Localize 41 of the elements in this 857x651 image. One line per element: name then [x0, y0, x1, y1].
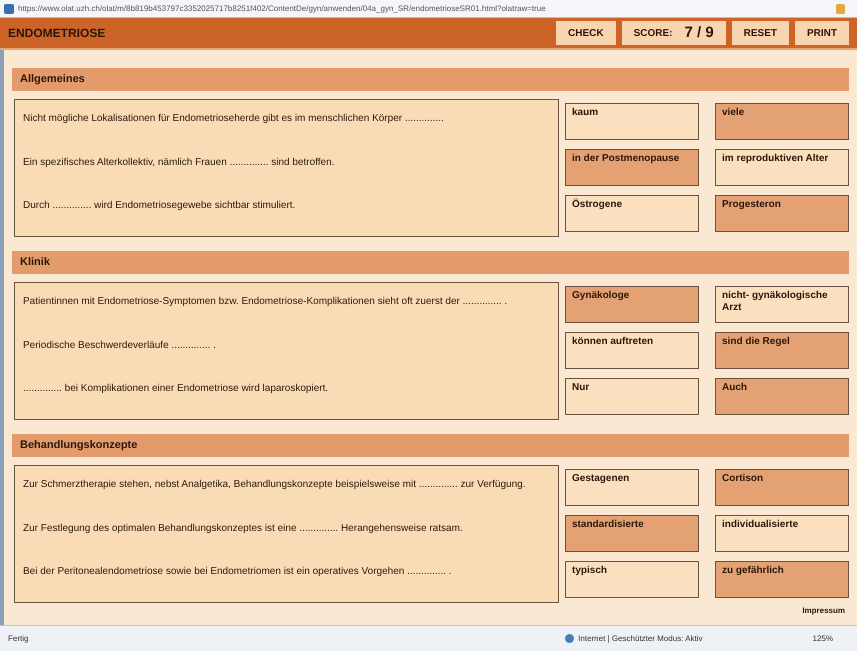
question-text: Durch .............. wird Endometriosegewebe sichtbar stimuliert. [23, 200, 296, 212]
section-header: Klinik [12, 251, 849, 274]
question-text: Patientinnen mit Endometriose-Symptomen bzw. Endometriose-Komplikationen sieht oft zuerst der .............. . [23, 296, 508, 307]
score-value: 7 / 9 [684, 22, 714, 43]
question-text: Nicht mögliche Lokalisationen für Endometrioseherde gibt es im menschlichen Körper .............. [23, 113, 444, 124]
impressum-link[interactable]: Impressum [802, 605, 845, 617]
answer-tile[interactable]: viele [715, 103, 849, 140]
question-text: Zur Schmerztherapie stehen, nebst Analgetika, Behandlungskonzepte beispielsweise mit .............. zur Verfügung. [23, 479, 526, 490]
answer-tile[interactable]: in der Postmenopause [565, 149, 699, 186]
answer-tile[interactable]: zu gefährlich [715, 561, 849, 598]
answer-tile[interactable]: können auftreten [565, 332, 699, 369]
answer-tile[interactable]: Östrogene [565, 195, 699, 232]
page-title: ENDOMETRIOSE [8, 25, 106, 42]
answer-tile[interactable]: Gestagenen [565, 469, 699, 506]
question-text: Zur Festlegung des optimalen Behandlungskonzeptes ist eine .............. Herangehensweise ratsam. [23, 522, 463, 534]
section-header: Behandlungskonzepte [12, 434, 849, 457]
question-text: Bei der Peritonealendometriose sowie bei Endometriomen ist ein operatives Vorgehen .............. . [23, 566, 452, 578]
check-button[interactable]: CHECK [556, 21, 616, 45]
answer-tile[interactable]: kaum [565, 103, 699, 140]
question-text: Periodische Beschwerdeverläufe .............. . [23, 340, 216, 351]
question-text: Ein spezifisches Alterkollektiv, nämlich Frauen .............. sind betroffen. [23, 156, 334, 168]
security-zone: Internet | Geschützter Modus: Aktiv [578, 632, 703, 644]
answer-tile[interactable]: Auch [715, 378, 849, 415]
score-label: SCORE: [634, 26, 672, 40]
status-text: Fertig [8, 632, 30, 644]
answer-tile[interactable]: sind die Regel [715, 332, 849, 369]
answer-tile[interactable]: Progesteron [715, 195, 849, 232]
answer-tile[interactable]: individualisierte [715, 515, 849, 552]
answer-tile[interactable]: nicht- gynäkologische Arzt [715, 286, 849, 323]
answer-tile[interactable]: im reproduktiven Alter [715, 149, 849, 186]
answer-tile[interactable]: typisch [565, 561, 699, 598]
answer-tile[interactable]: standardisierte [565, 515, 699, 552]
url-text[interactable]: https://www.olat.uzh.ch/olat/m/8b819b453797c3352025717b8251f402/ContentDe/gyn/anwenden/04a_gyn_SR/endometrioseSR01.html?olatraw=true [18, 2, 832, 14]
answer-tile[interactable]: Gynäkologe [565, 286, 699, 323]
reset-button[interactable]: RESET [732, 21, 789, 45]
zoom-level[interactable]: 125% [812, 632, 833, 644]
section-header: Allgemeines [12, 68, 849, 91]
question-text: .............. bei Komplikationen einer Endometriose wird laparoskopiert. [23, 383, 328, 394]
answer-tile[interactable]: Cortison [715, 469, 849, 506]
answer-tile[interactable]: Nur [565, 378, 699, 415]
print-button[interactable]: PRINT [795, 21, 849, 45]
